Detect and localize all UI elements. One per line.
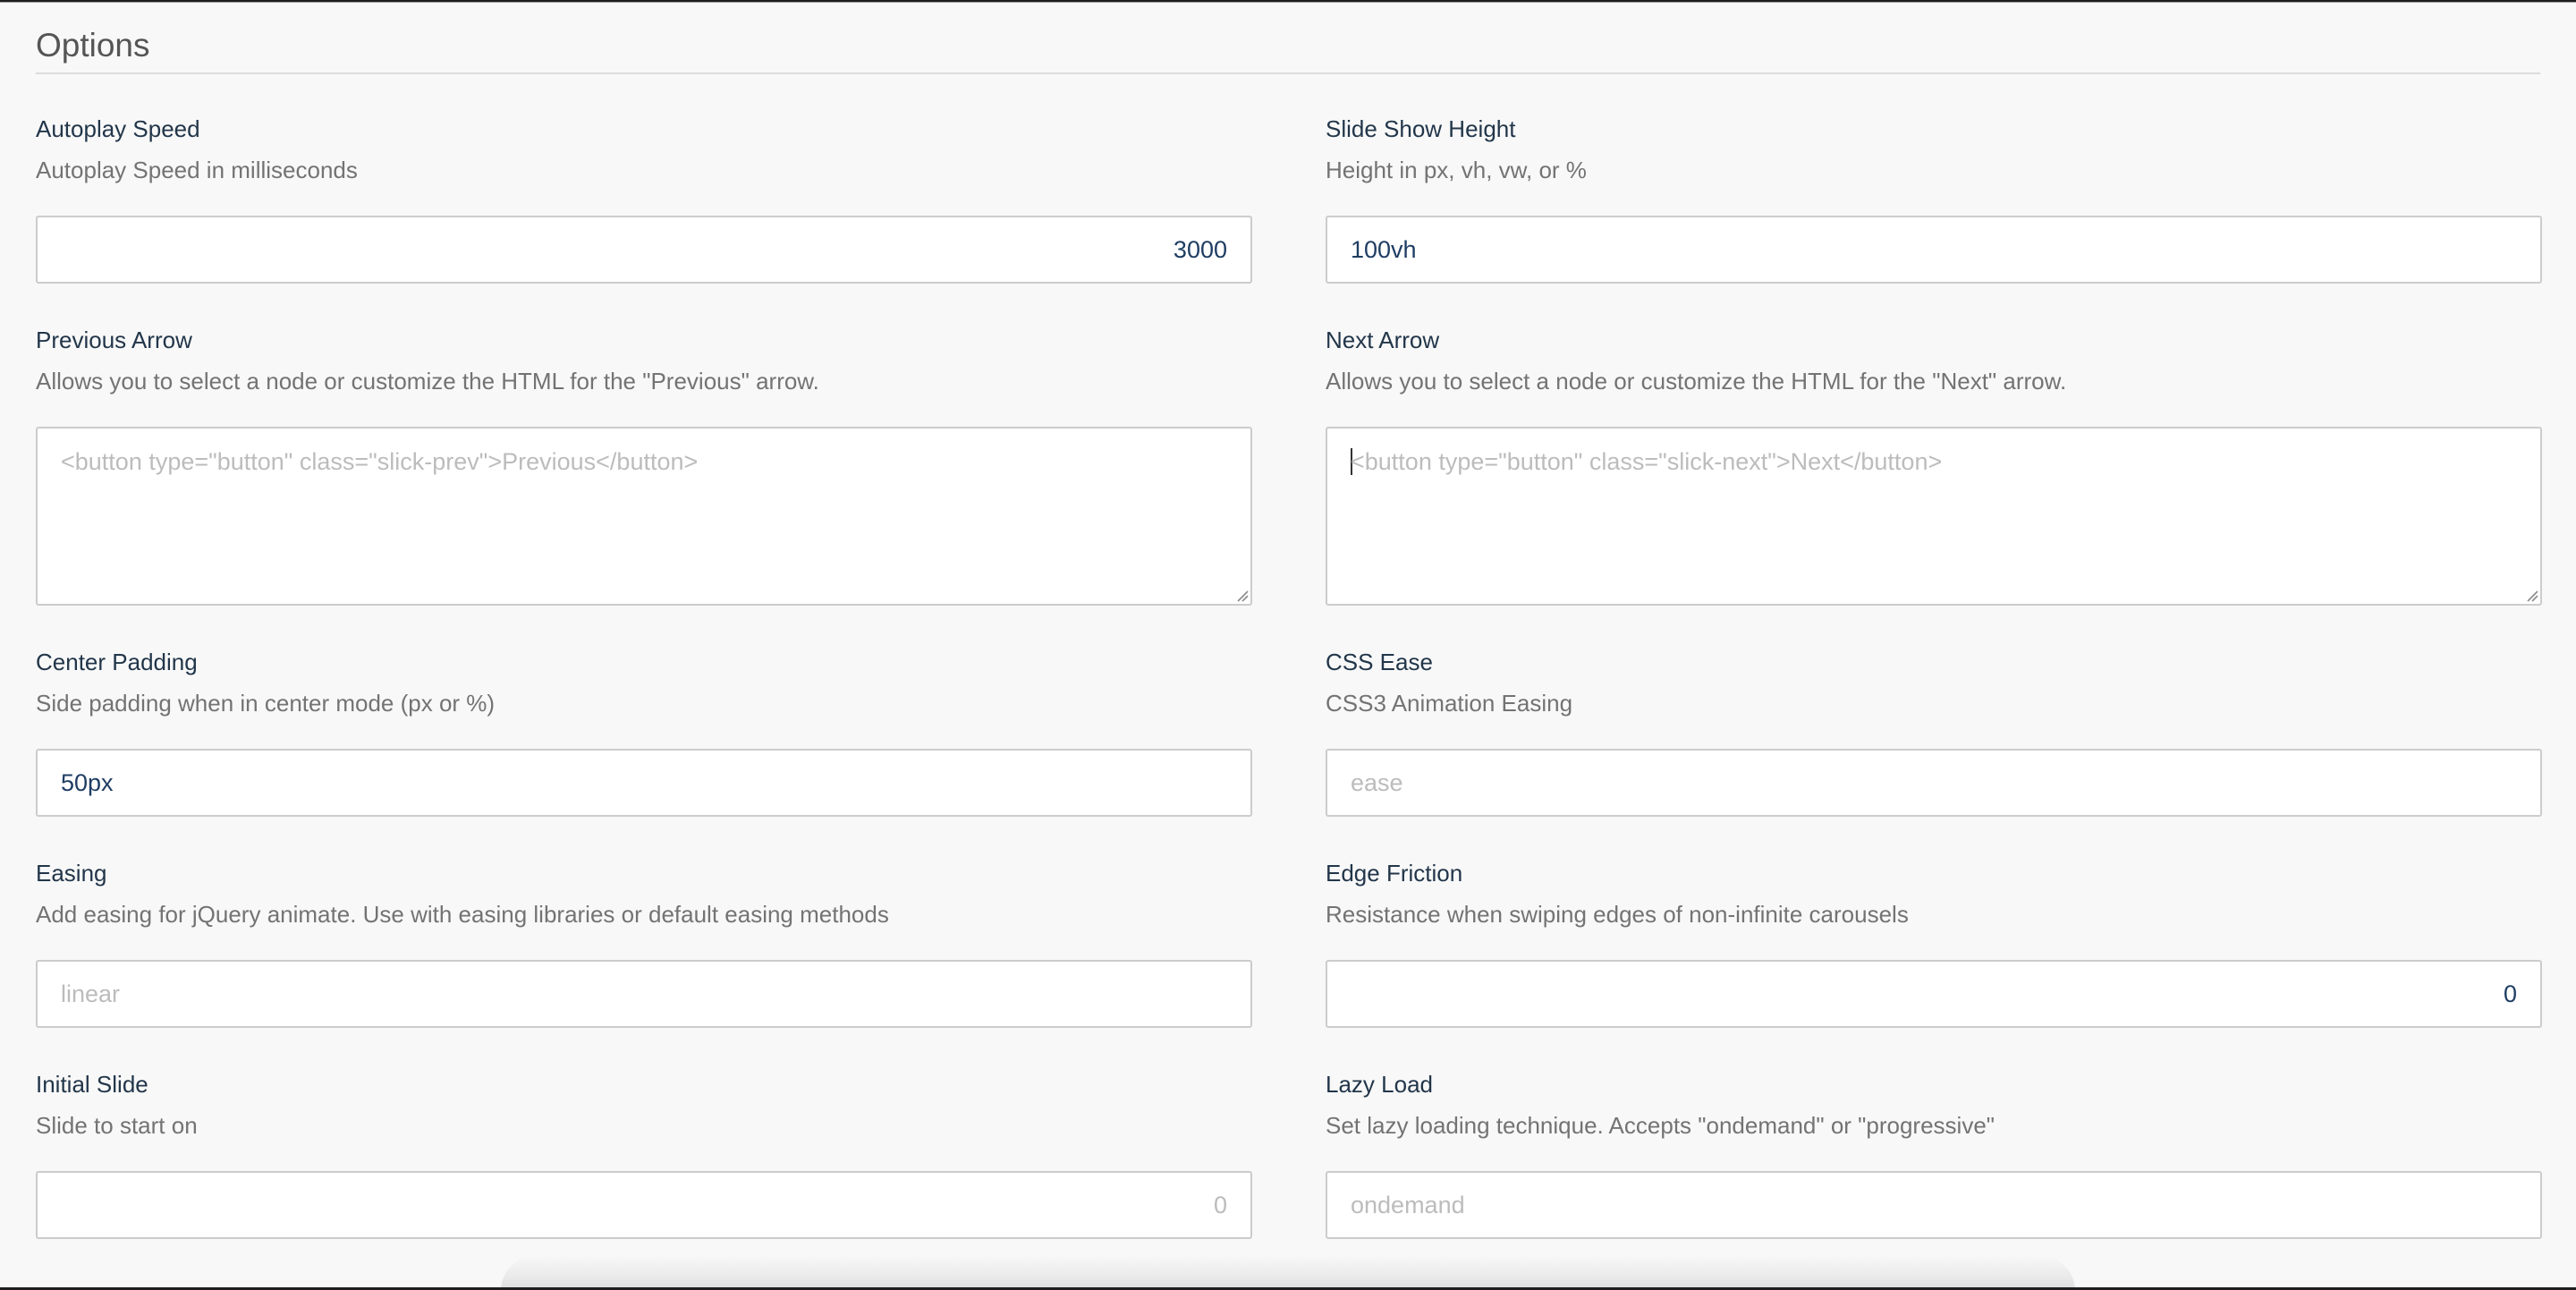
slide-show-height-help: Height in px, vh, vw, or %	[1326, 157, 1587, 183]
section-divider	[36, 72, 2540, 74]
initial-slide-label: Initial Slide	[36, 1071, 148, 1098]
center-padding-help: Side padding when in center mode (px or …	[36, 690, 496, 717]
slide-show-height-value: 100vh	[1351, 235, 1417, 263]
lazy-load-input[interactable]: ondemand	[1326, 1171, 2542, 1239]
options-panel: Options Autoplay Speed Autoplay Speed in…	[0, 2, 2576, 1287]
edge-friction-help: Resistance when swiping edges of non-inf…	[1326, 901, 1909, 928]
next-arrow-placeholder: <button type="button" class="slick-next"…	[1351, 448, 1943, 475]
css-ease-help: CSS3 Animation Easing	[1326, 690, 1573, 717]
initial-slide-input[interactable]: 0	[36, 1171, 1252, 1239]
edge-friction-value: 0	[2503, 980, 2517, 1007]
slide-show-height-input[interactable]: 100vh	[1326, 216, 2542, 284]
next-arrow-textarea[interactable]: <button type="button" class="slick-next"…	[1326, 427, 2542, 606]
center-padding-input[interactable]: 50px	[36, 749, 1252, 817]
center-padding-value: 50px	[61, 768, 114, 796]
easing-input[interactable]: linear	[36, 960, 1252, 1028]
easing-placeholder: linear	[61, 980, 121, 1007]
previous-arrow-help: Allows you to select a node or customize…	[36, 368, 819, 395]
lazy-load-label: Lazy Load	[1326, 1071, 1433, 1098]
autoplay-speed-input[interactable]: 3000	[36, 216, 1252, 284]
resize-handle-icon[interactable]	[1234, 588, 1249, 602]
css-ease-placeholder: ease	[1351, 768, 1403, 796]
previous-arrow-placeholder: <button type="button" class="slick-prev"…	[61, 448, 699, 475]
scroll-shadow	[501, 1255, 2075, 1287]
autoplay-speed-value: 3000	[1173, 235, 1227, 263]
section-title: Options	[36, 27, 150, 64]
initial-slide-placeholder: 0	[1213, 1191, 1227, 1218]
lazy-load-help: Set lazy loading technique. Accepts "ond…	[1326, 1112, 1996, 1139]
autoplay-speed-help: Autoplay Speed in milliseconds	[36, 157, 358, 183]
easing-label: Easing	[36, 860, 107, 887]
next-arrow-help: Allows you to select a node or customize…	[1326, 368, 2067, 395]
resize-handle-icon[interactable]	[2524, 588, 2538, 602]
edge-friction-input[interactable]: 0	[1326, 960, 2542, 1028]
edge-friction-label: Edge Friction	[1326, 860, 1463, 887]
lazy-load-placeholder: ondemand	[1351, 1191, 1465, 1218]
previous-arrow-label: Previous Arrow	[36, 327, 192, 353]
autoplay-speed-label: Autoplay Speed	[36, 115, 200, 142]
initial-slide-help: Slide to start on	[36, 1112, 198, 1139]
easing-help: Add easing for jQuery animate. Use with …	[36, 901, 889, 928]
previous-arrow-textarea[interactable]: <button type="button" class="slick-prev"…	[36, 427, 1252, 606]
css-ease-input[interactable]: ease	[1326, 749, 2542, 817]
next-arrow-label: Next Arrow	[1326, 327, 1440, 353]
css-ease-label: CSS Ease	[1326, 649, 1433, 675]
slide-show-height-label: Slide Show Height	[1326, 115, 1516, 142]
center-padding-label: Center Padding	[36, 649, 198, 675]
